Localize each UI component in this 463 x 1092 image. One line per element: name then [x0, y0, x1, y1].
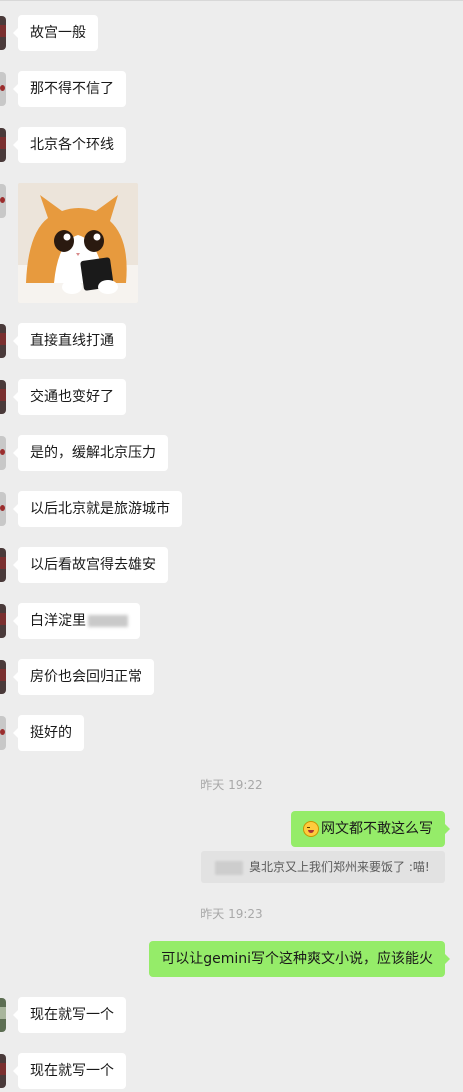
message-bubble[interactable]: 直接直线打通 [13, 323, 126, 359]
avatar[interactable] [0, 436, 6, 470]
avatar[interactable] [0, 1054, 6, 1088]
redacted-name [215, 860, 243, 875]
avatar[interactable] [0, 184, 6, 218]
avatar[interactable] [0, 548, 6, 582]
avatar[interactable] [0, 324, 6, 358]
sent-message-row: 网文都不敢这么写 [291, 811, 450, 847]
top-divider [0, 0, 463, 1]
message-row: 白洋淀里 [13, 603, 140, 639]
message-row: 现在就写一个 [13, 1053, 126, 1089]
message-row: 那不得不信了 [13, 71, 126, 107]
message-bubble[interactable]: 挺好的 [13, 715, 84, 751]
message-bubble[interactable]: 房价也会回归正常 [13, 659, 154, 695]
avatar[interactable] [0, 660, 6, 694]
avatar[interactable] [0, 72, 6, 106]
message-bubble[interactable]: 北京各个环线 [13, 127, 126, 163]
avatar[interactable] [0, 128, 6, 162]
message-bubble[interactable]: 以后北京就是旅游城市 [13, 491, 182, 527]
message-row: 挺好的 [13, 715, 84, 751]
message-row: 故宫一般 [13, 15, 98, 51]
message-bubble[interactable]: 是的，缓解北京压力 [13, 435, 168, 471]
message-row: 北京各个环线 [13, 127, 126, 163]
avatar[interactable] [0, 16, 6, 50]
quote-text: 臭北京又上我们郑州来要饭了 :喵! [249, 860, 430, 874]
timestamp: 昨天 19:22 [200, 778, 263, 792]
sent-message-bubble[interactable]: 网文都不敢这么写 [291, 811, 450, 847]
avatar[interactable] [0, 604, 6, 638]
message-row: 直接直线打通 [13, 323, 126, 359]
sent-message-row: 可以让gemini写个这种爽文小说，应该能火 [149, 941, 450, 977]
cat-sticker-image[interactable] [18, 183, 138, 303]
message-bubble[interactable]: 交通也变好了 [13, 379, 126, 415]
avatar[interactable] [0, 492, 6, 526]
redacted-text [88, 615, 128, 627]
sent-message-bubble[interactable]: 可以让gemini写个这种爽文小说，应该能火 [149, 941, 450, 977]
message-row: 房价也会回归正常 [13, 659, 154, 695]
message-row: 以后北京就是旅游城市 [13, 491, 182, 527]
quoted-message[interactable]: 臭北京又上我们郑州来要饭了 :喵! [201, 851, 445, 883]
message-row: 交通也变好了 [13, 379, 126, 415]
message-row: 是的，缓解北京压力 [13, 435, 168, 471]
message-row: 以后看故宫得去雄安 [13, 547, 168, 583]
message-bubble[interactable]: 白洋淀里 [13, 603, 140, 639]
message-bubble[interactable]: 现在就写一个 [13, 997, 126, 1033]
message-text: 白洋淀里 [30, 613, 86, 629]
avatar[interactable] [0, 380, 6, 414]
message-bubble[interactable]: 那不得不信了 [13, 71, 126, 107]
message-bubble[interactable]: 以后看故宫得去雄安 [13, 547, 168, 583]
cat-holding-phone-icon [18, 183, 138, 303]
message-text: 网文都不敢这么写 [321, 821, 433, 837]
timestamp: 昨天 19:23 [200, 907, 263, 921]
message-bubble[interactable]: 现在就写一个 [13, 1053, 126, 1089]
message-bubble[interactable]: 故宫一般 [13, 15, 98, 51]
grin-squint-emoji-icon [303, 821, 319, 837]
message-row: 现在就写一个 [13, 997, 126, 1033]
avatar[interactable] [0, 716, 6, 750]
avatar[interactable] [0, 998, 6, 1032]
